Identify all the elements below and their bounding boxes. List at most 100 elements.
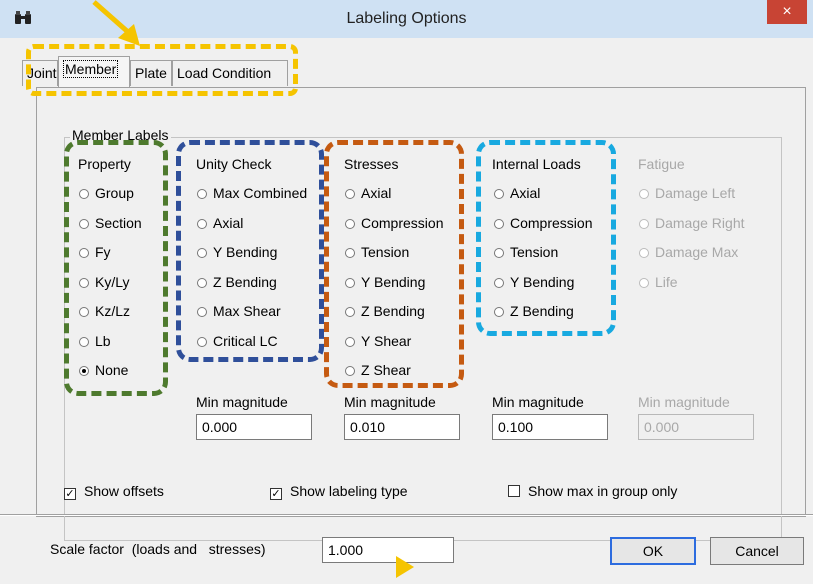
unity-min-magnitude-input[interactable]: 0.000 [196,414,312,440]
property-radio-group[interactable]: Group [79,183,134,203]
radio-circle [197,219,207,229]
fatigue-radio-damage-right: Damage Right [639,213,745,233]
tab-member[interactable]: Member [58,56,130,87]
property-heading: Property [78,156,131,172]
unity-radio-axial[interactable]: Axial [197,213,243,233]
radio-circle [197,248,207,258]
divider [0,514,813,516]
radio-circle [345,337,355,347]
radio-circle [639,248,649,258]
internal-min-magnitude-label: Min magnitude [492,394,584,410]
stresses-radio-y-shear[interactable]: Y Shear [345,331,411,351]
internal-radio-axial[interactable]: Axial [494,183,540,203]
unity-radio-max-shear[interactable]: Max Shear [197,301,281,321]
unity-min-magnitude-label: Min magnitude [196,394,288,410]
radio-label: Section [95,215,142,231]
internal-radio-z-bending[interactable]: Z Bending [494,301,574,321]
tab-joint[interactable]: Joint [22,60,58,86]
unity-check-heading: Unity Check [196,156,272,172]
stresses-radio-z-shear[interactable]: Z Shear [345,360,411,380]
radio-label: Compression [361,215,444,231]
close-button[interactable]: × [767,0,807,24]
radio-label: Z Bending [361,303,425,319]
fatigue-radio-damage-max: Damage Max [639,242,738,262]
scale-factor-label: Scale factor (loads and stresses) [50,541,266,557]
tab-plate[interactable]: Plate [130,60,172,86]
radio-circle [345,366,355,376]
internal-radio-compression[interactable]: Compression [494,213,592,233]
radio-label: Y Bending [510,274,575,290]
radio-circle [79,248,89,258]
internal-radio-y-bending[interactable]: Y Bending [494,272,574,292]
stresses-radio-tension[interactable]: Tension [345,242,409,262]
radio-circle [79,219,89,229]
radio-circle [79,189,89,199]
fatigue-radio-damage-left: Damage Left [639,183,735,203]
radio-label: Y Bending [213,244,278,260]
radio-circle [494,219,504,229]
radio-label: Critical LC [213,333,278,349]
radio-label: Max Combined [213,185,308,201]
property-radio-ky-ly[interactable]: Ky/Ly [79,272,130,292]
property-radio-fy[interactable]: Fy [79,242,111,262]
stresses-min-magnitude-label: Min magnitude [344,394,436,410]
pointer-arrow-icon [396,556,414,578]
tab-member-label: Member [63,60,119,78]
fatigue-radio-life: Life [639,272,678,292]
unity-radio-z-bending[interactable]: Z Bending [197,272,277,292]
radio-label: Z Shear [361,362,411,378]
scale-factor-input[interactable]: 1.000 [322,537,454,563]
radio-circle [494,278,504,288]
radio-circle [345,278,355,288]
cancel-button[interactable]: Cancel [710,537,804,565]
radio-circle [79,337,89,347]
radio-circle [639,219,649,229]
ok-button[interactable]: OK [610,537,696,565]
radio-label: Damage Max [655,244,739,260]
radio-circle [197,189,207,199]
unity-radio-max-combined[interactable]: Max Combined [197,183,307,203]
property-radio-kz-lz[interactable]: Kz/Lz [79,301,130,321]
radio-label: Ky/Ly [95,274,130,290]
radio-circle [345,219,355,229]
show-offsets-checkbox[interactable]: ✓ Show offsets [64,482,164,500]
member-labels-title: Member Labels [70,127,171,143]
checkbox-label: Show max in group only [528,483,678,499]
radio-circle [345,248,355,258]
stresses-radio-z-bending[interactable]: Z Bending [345,301,425,321]
stresses-min-magnitude-input[interactable]: 0.010 [344,414,460,440]
radio-label: Kz/Lz [95,303,131,319]
radio-label: Y Shear [361,333,412,349]
radio-circle [197,307,207,317]
checkbox-label: Show offsets [84,483,164,499]
radio-label: Y Bending [361,274,426,290]
checkbox-box: ✓ [64,488,76,500]
radio-circle [494,307,504,317]
unity-radio-critical-lc[interactable]: Critical LC [197,331,278,351]
property-radio-section[interactable]: Section [79,213,142,233]
stresses-radio-axial[interactable]: Axial [345,183,391,203]
property-radio-lb[interactable]: Lb [79,331,111,351]
radio-circle [79,278,89,288]
radio-label: Z Bending [510,303,574,319]
property-radio-none[interactable]: None [79,360,128,380]
stresses-radio-compression[interactable]: Compression [345,213,443,233]
fatigue-min-magnitude-input: 0.000 [638,414,754,440]
radio-label: Damage Right [655,215,745,231]
show-max-in-group-only-checkbox[interactable]: Show max in group only [508,482,677,500]
unity-radio-y-bending[interactable]: Y Bending [197,242,277,262]
radio-circle-selected [79,366,89,376]
radio-circle [197,337,207,347]
tab-load-condition[interactable]: Load Condition [172,60,288,86]
radio-circle [345,307,355,317]
radio-label: Max Shear [213,303,281,319]
radio-label: Fy [95,244,111,260]
internal-min-magnitude-input[interactable]: 0.100 [492,414,608,440]
stresses-heading: Stresses [344,156,399,172]
stresses-radio-y-bending[interactable]: Y Bending [345,272,425,292]
show-labeling-type-checkbox[interactable]: ✓ Show labeling type [270,482,408,500]
radio-label: Axial [361,185,392,201]
arrow-icon [92,0,140,46]
internal-radio-tension[interactable]: Tension [494,242,558,262]
radio-label: Axial [213,215,244,231]
